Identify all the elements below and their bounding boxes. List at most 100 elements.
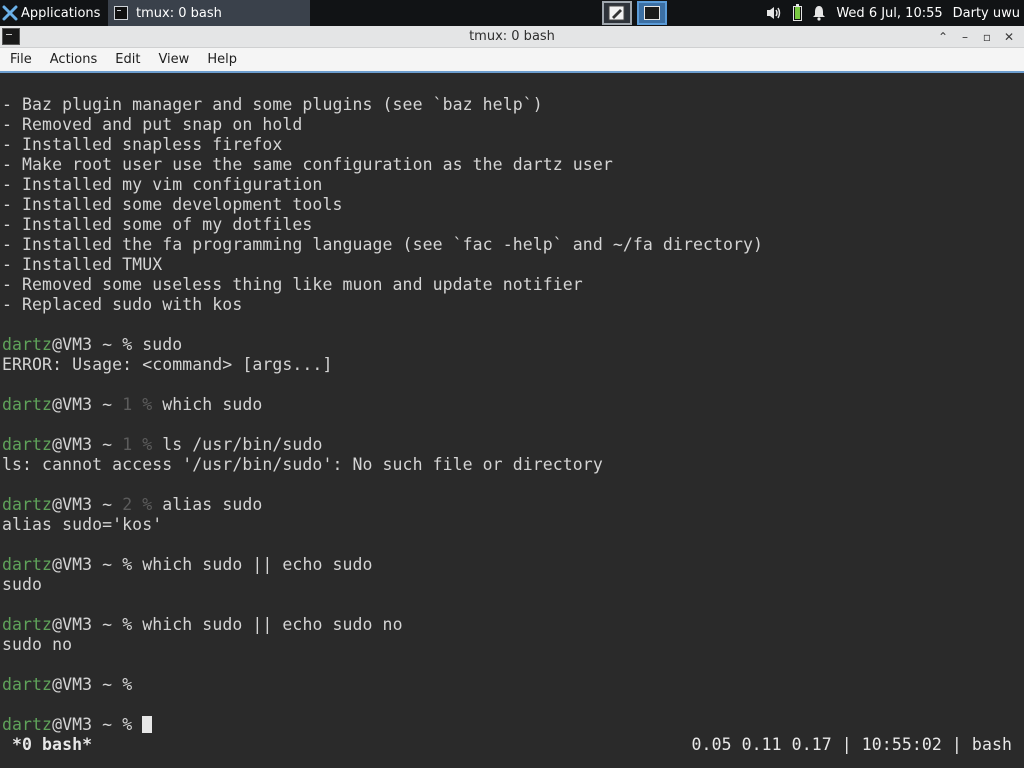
volume-icon[interactable]	[765, 5, 783, 21]
terminal-output-line: - Installed the fa programming language …	[2, 235, 764, 254]
prompt-host: @VM3 ~	[52, 435, 123, 454]
tmux-status-right: 0.05 0.11 0.17 | 10:55:02 | bash	[691, 735, 1012, 754]
terminal-prompt-line: dartz@VM3 ~ 1 % ls /usr/bin/sudo	[2, 435, 763, 455]
terminal-prompt-line: dartz@VM3 ~ % which sudo || echo sudo	[2, 555, 763, 575]
prompt-command: ls /usr/bin/sudo	[152, 435, 323, 454]
notes-icon	[608, 5, 625, 21]
prompt-command: which sudo || echo sudo no	[132, 615, 403, 634]
prompt-user: dartz	[2, 675, 53, 694]
applications-menu[interactable]: Applications	[0, 0, 104, 26]
terminal-output-line: - Installed some development tools	[2, 195, 343, 214]
maximize-button[interactable]: ▫	[978, 28, 996, 46]
window-title: tmux: 0 bash	[469, 29, 555, 44]
terminal-output-line: - Installed snapless firefox	[2, 135, 283, 154]
prompt-host: @VM3 ~	[52, 675, 123, 694]
prompt-host: @VM3 ~	[52, 395, 123, 414]
prompt-user: dartz	[2, 715, 53, 734]
terminal-output-line: - Replaced sudo with kos	[2, 295, 243, 314]
prompt-user: dartz	[2, 495, 53, 514]
workspace-2-button[interactable]	[637, 1, 667, 25]
prompt-symbol: %	[142, 395, 153, 414]
system-tray: Wed 6 Jul, 10:55 Darty uwu	[765, 0, 1024, 26]
shade-button[interactable]: ⌃	[934, 28, 952, 46]
menu-view[interactable]: View	[148, 52, 197, 67]
prompt-exit-code: 1	[122, 395, 143, 414]
tmux-status-bar: *0 bash* 0.05 0.11 0.17 | 10:55:02 | bas…	[0, 735, 1024, 755]
terminal-output-line: sudo	[2, 575, 43, 594]
terminal-prompt-line: dartz@VM3 ~ 2 % alias sudo	[2, 495, 763, 515]
terminal-output-line: - Installed some of my dotfiles	[2, 215, 313, 234]
battery-level	[795, 7, 801, 19]
tmux-window-list[interactable]: *0 bash*	[12, 735, 92, 755]
menu-edit[interactable]: Edit	[105, 52, 148, 67]
prompt-user: dartz	[2, 435, 53, 454]
terminal-prompt-line: dartz@VM3 ~ % sudo	[2, 335, 763, 355]
terminal-output-line: - Removed some useless thing like muon a…	[2, 275, 583, 294]
battery-icon[interactable]	[793, 3, 803, 21]
terminal-output-line: - Installed TMUX	[2, 255, 163, 274]
terminal-output-line: ls: cannot access '/usr/bin/sudo': No su…	[2, 455, 603, 474]
taskbar-item-terminal[interactable]: tmux: 0 bash	[108, 0, 310, 26]
menubar: File Actions Edit View Help	[0, 48, 1024, 73]
terminal-output-line: sudo no	[2, 635, 73, 654]
prompt-user: dartz	[2, 615, 53, 634]
terminal-output-line: ERROR: Usage: <command> [args...]	[2, 355, 333, 374]
terminal-output-line: alias sudo='kos'	[2, 515, 163, 534]
applications-label: Applications	[21, 5, 101, 21]
terminal-cursor	[142, 716, 153, 733]
close-button[interactable]: ✕	[1000, 28, 1018, 46]
terminal-icon	[114, 6, 128, 20]
bell-icon[interactable]	[812, 5, 826, 21]
xfce-logo-icon	[2, 5, 18, 21]
prompt-command: which sudo	[152, 395, 263, 414]
prompt-host: @VM3 ~	[52, 615, 123, 634]
prompt-symbol: %	[122, 715, 133, 734]
prompt-symbol: %	[122, 335, 133, 354]
window-titlebar[interactable]: tmux: 0 bash ⌃ – ▫ ✕	[0, 26, 1024, 48]
clock[interactable]: Wed 6 Jul, 10:55	[836, 6, 942, 21]
prompt-command: alias sudo	[152, 495, 263, 514]
terminal-output: - Baz plugin manager and some plugins (s…	[2, 95, 763, 735]
user-menu[interactable]: Darty uwu	[953, 6, 1020, 21]
terminal-prompt-line: dartz@VM3 ~ %	[2, 715, 763, 735]
prompt-user: dartz	[2, 395, 53, 414]
prompt-symbol: %	[142, 435, 153, 454]
prompt-host: @VM3 ~	[52, 715, 123, 734]
prompt-host: @VM3 ~	[52, 335, 123, 354]
menu-help[interactable]: Help	[197, 52, 245, 67]
prompt-user: dartz	[2, 555, 53, 574]
terminal-output-line: - Baz plugin manager and some plugins (s…	[2, 95, 543, 114]
taskbar-item-label: tmux: 0 bash	[136, 5, 222, 21]
prompt-exit-code: 2	[122, 495, 143, 514]
terminal-output-line: - Make root user use the same configurat…	[2, 155, 613, 174]
prompt-symbol: %	[122, 615, 133, 634]
terminal-area[interactable]: - Baz plugin manager and some plugins (s…	[0, 75, 1024, 768]
prompt-user: dartz	[2, 335, 53, 354]
terminal-output-line: - Removed and put snap on hold	[2, 115, 303, 134]
prompt-command: which sudo || echo sudo	[132, 555, 373, 574]
terminal-prompt-line: dartz@VM3 ~ % which sudo || echo sudo no	[2, 615, 763, 635]
minimize-button[interactable]: –	[956, 28, 974, 46]
prompt-symbol: %	[122, 555, 133, 574]
terminal-prompt-line: dartz@VM3 ~ %	[2, 675, 763, 695]
menu-actions[interactable]: Actions	[40, 52, 106, 67]
prompt-host: @VM3 ~	[52, 555, 123, 574]
prompt-exit-code: 1	[122, 435, 143, 454]
workspace-1-button[interactable]	[602, 1, 632, 25]
prompt-command	[132, 715, 142, 734]
prompt-symbol: %	[142, 495, 153, 514]
terminal-icon	[644, 6, 660, 20]
terminal-prompt-line: dartz@VM3 ~ 1 % which sudo	[2, 395, 763, 415]
menu-file[interactable]: File	[0, 52, 40, 67]
prompt-command: sudo	[132, 335, 183, 354]
prompt-host: @VM3 ~	[52, 495, 123, 514]
top-panel: Applications tmux: 0 bash Wed 6 Jul, 10:…	[0, 0, 1024, 26]
